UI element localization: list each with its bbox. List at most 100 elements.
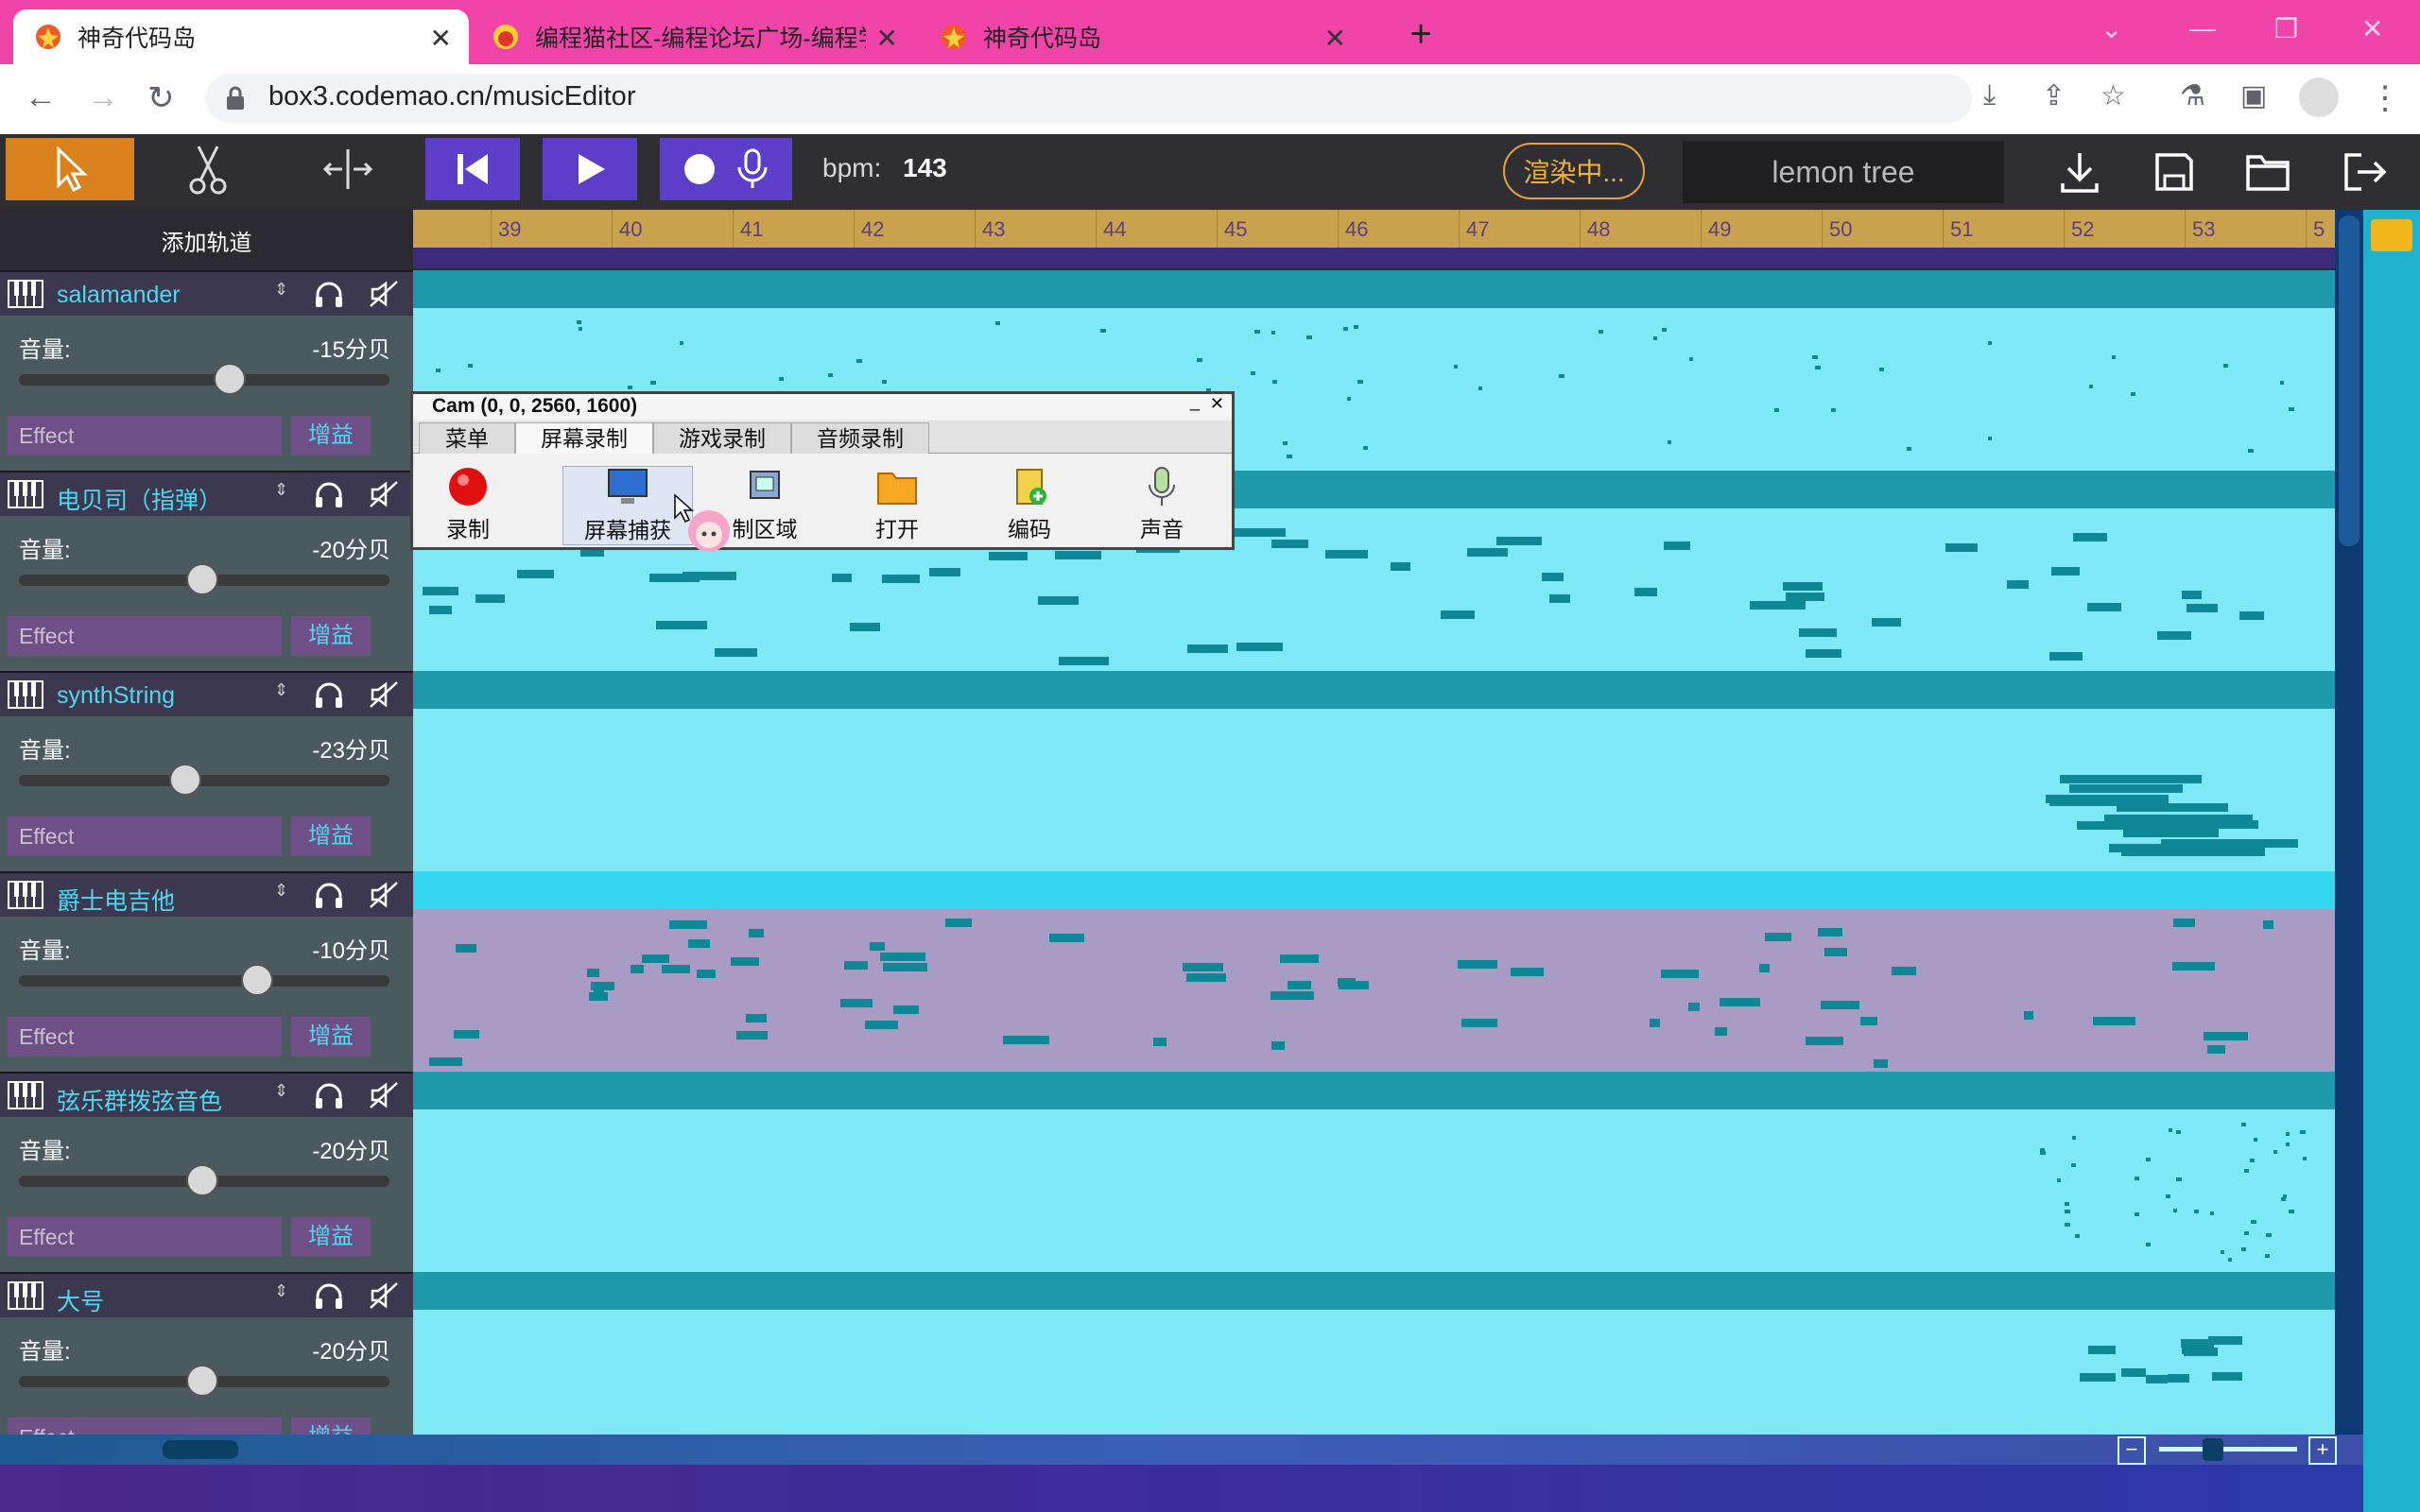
piano-icon[interactable] xyxy=(8,280,43,308)
note-block[interactable] xyxy=(628,386,632,389)
close-tab-icon[interactable]: ✕ xyxy=(876,23,898,54)
url-text[interactable]: box3.codemao.cn/musicEditor xyxy=(268,81,635,112)
note-block[interactable] xyxy=(2173,919,2195,927)
record-button[interactable] xyxy=(660,138,792,200)
close-window-icon[interactable]: ✕ xyxy=(2361,13,2383,44)
note-block[interactable] xyxy=(1306,335,1312,339)
note-block[interactable] xyxy=(2089,385,2093,388)
note-block[interactable] xyxy=(856,359,862,363)
note-block[interactable] xyxy=(2303,1157,2307,1160)
download-icon[interactable] xyxy=(2057,149,2102,195)
note-block[interactable] xyxy=(850,623,880,631)
select-tool-button[interactable] xyxy=(6,138,134,200)
note-block[interactable] xyxy=(2075,1234,2080,1238)
note-block[interactable] xyxy=(1765,933,1791,941)
volume-slider-knob[interactable] xyxy=(186,1365,218,1397)
note-block[interactable] xyxy=(2040,1151,2046,1155)
tab-game-record[interactable]: 游戏录制 xyxy=(653,422,791,454)
note-block[interactable] xyxy=(1759,964,1770,972)
effect-field[interactable]: Effect xyxy=(8,1217,282,1257)
note-block[interactable] xyxy=(454,1030,479,1039)
minimize-icon[interactable]: _ xyxy=(1190,392,1200,412)
note-block[interactable] xyxy=(2181,1339,2214,1348)
note-block[interactable] xyxy=(2212,1372,2242,1381)
note-block[interactable] xyxy=(2265,1254,2270,1258)
tab-audio-record[interactable]: 音频录制 xyxy=(791,422,929,454)
tab-active[interactable]: 神奇代码岛 ✕ xyxy=(13,9,469,64)
note-block[interactable] xyxy=(1283,441,1288,445)
note-block[interactable] xyxy=(2112,355,2116,359)
note-block[interactable] xyxy=(2289,407,2294,411)
tab-inactive[interactable]: 编程猫社区-编程论坛广场-编程学 ✕ xyxy=(471,9,915,64)
cut-tool-button[interactable] xyxy=(144,138,272,200)
note-block[interactable] xyxy=(1818,928,1842,936)
close-icon[interactable]: ✕ xyxy=(1210,394,1224,414)
headphones-icon[interactable] xyxy=(314,480,344,508)
note-block[interactable] xyxy=(2168,1374,2189,1383)
track-lane[interactable] xyxy=(413,1072,2335,1272)
note-block[interactable] xyxy=(2080,1373,2116,1382)
note-block[interactable] xyxy=(2286,1143,2290,1146)
note-block[interactable] xyxy=(1287,455,1292,458)
new-tab-button[interactable]: + xyxy=(1397,13,1444,56)
note-block[interactable] xyxy=(1511,968,1544,976)
note-block[interactable] xyxy=(2117,803,2228,812)
note-block[interactable] xyxy=(2065,1202,2069,1206)
volume-slider-knob[interactable] xyxy=(214,363,246,395)
zoom-slider-knob[interactable] xyxy=(2203,1438,2223,1461)
note-block[interactable] xyxy=(2254,1138,2257,1142)
note-block[interactable] xyxy=(1496,537,1542,545)
track-lane[interactable] xyxy=(413,1272,2335,1435)
headphones-icon[interactable] xyxy=(314,1081,344,1109)
note-block[interactable] xyxy=(2069,784,2183,793)
note-block[interactable] xyxy=(2007,580,2029,589)
note-block[interactable] xyxy=(2146,1158,2151,1161)
track-name[interactable]: synthString xyxy=(57,682,175,710)
note-block[interactable] xyxy=(1879,368,1884,371)
note-block[interactable] xyxy=(1230,528,1286,537)
note-block[interactable] xyxy=(683,572,736,580)
gain-button[interactable]: 增益 xyxy=(291,416,371,455)
note-block[interactable] xyxy=(1860,1017,1877,1025)
lane-header[interactable] xyxy=(413,1272,2335,1310)
back-icon[interactable]: ← xyxy=(25,79,57,116)
note-block[interactable] xyxy=(1325,550,1368,558)
note-block[interactable] xyxy=(1892,967,1916,975)
note-block[interactable] xyxy=(2223,364,2228,368)
gain-button[interactable]: 增益 xyxy=(291,1217,371,1257)
note-block[interactable] xyxy=(2273,1150,2277,1154)
note-block[interactable] xyxy=(945,919,972,927)
note-block[interactable] xyxy=(2135,1177,2139,1180)
note-block[interactable] xyxy=(1988,437,1992,440)
horizontal-scrollbar[interactable] xyxy=(0,1435,2363,1465)
note-block[interactable] xyxy=(1812,355,1818,359)
play-button[interactable] xyxy=(543,138,637,200)
note-block[interactable] xyxy=(1689,357,1693,361)
note-block[interactable] xyxy=(1599,330,1603,334)
close-tab-icon[interactable]: ✕ xyxy=(430,23,452,54)
note-block[interactable] xyxy=(832,574,852,582)
note-block[interactable] xyxy=(1454,365,1458,369)
effect-field[interactable]: Effect xyxy=(8,1017,282,1057)
note-block[interactable] xyxy=(1750,601,1806,610)
note-block[interactable] xyxy=(517,570,554,578)
note-block[interactable] xyxy=(1664,541,1690,550)
note-block[interactable] xyxy=(2248,449,2254,453)
note-block[interactable] xyxy=(2073,533,2107,541)
logout-icon[interactable] xyxy=(2341,149,2390,195)
volume-slider[interactable] xyxy=(19,975,389,987)
gain-button[interactable]: 增益 xyxy=(291,1017,371,1057)
note-block[interactable] xyxy=(579,327,582,331)
note-block[interactable] xyxy=(2251,1220,2256,1224)
note-block[interactable] xyxy=(2071,1163,2076,1167)
note-block[interactable] xyxy=(1634,588,1657,596)
note-block[interactable] xyxy=(828,373,833,377)
note-block[interactable] xyxy=(2135,1212,2139,1216)
gain-button[interactable]: 增益 xyxy=(291,1418,371,1436)
add-track-button[interactable]: 添加轨道 xyxy=(0,210,413,270)
lock-icon[interactable] xyxy=(225,85,246,112)
save-icon[interactable] xyxy=(2152,149,2197,195)
instrument-select-icon[interactable]: ⇕ xyxy=(274,480,288,500)
mute-speaker-icon[interactable] xyxy=(369,480,399,508)
volume-slider-knob[interactable] xyxy=(186,563,218,595)
